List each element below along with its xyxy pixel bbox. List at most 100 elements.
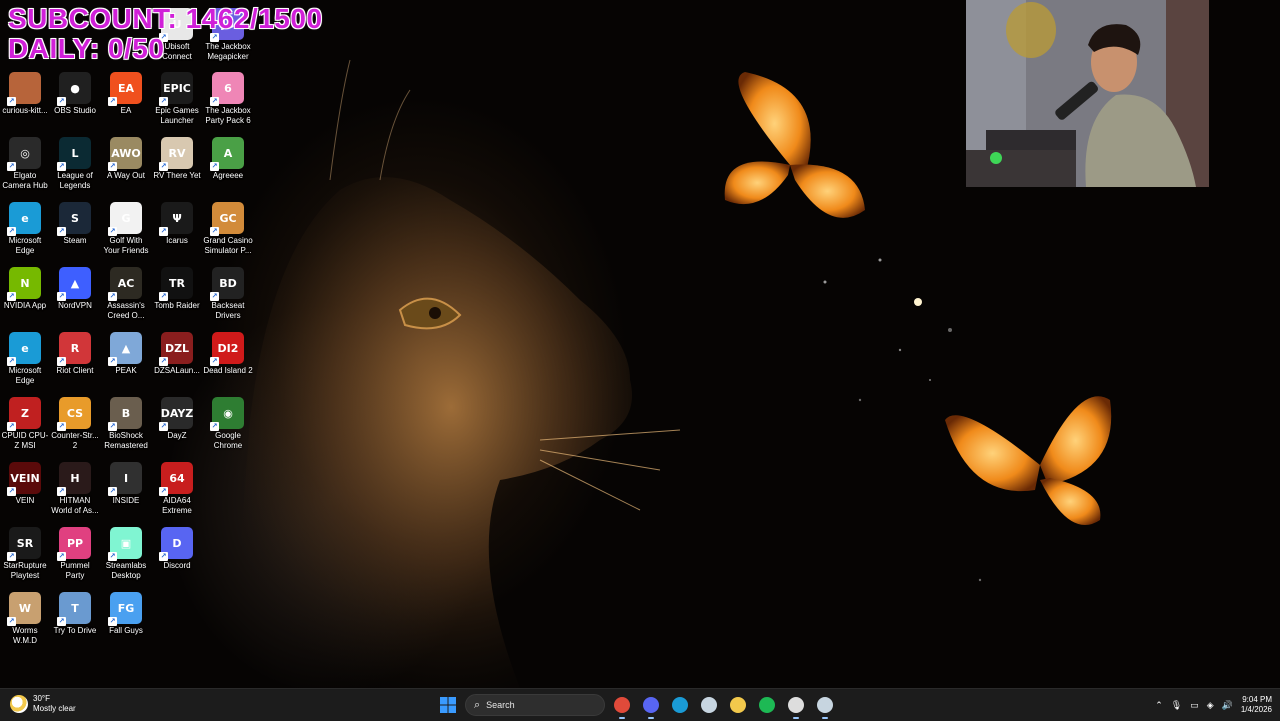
desktop-shortcut-label: Steam (63, 236, 87, 245)
desktop-shortcut[interactable]: T ↗ Try To Drive (50, 592, 100, 636)
search-placeholder: Search (486, 700, 515, 710)
desktop-shortcut[interactable]: EPIC ↗ Epic Games Launcher (152, 72, 202, 126)
desktop-shortcut[interactable]: RV ↗ RV There Yet (152, 137, 202, 181)
desktop-shortcut[interactable]: TR ↗ Tomb Raider (152, 267, 202, 311)
taskbar-app-button[interactable] (785, 694, 807, 719)
desktop-shortcut-label: Tomb Raider (154, 301, 200, 310)
shortcut-arrow-icon: ↗ (108, 292, 117, 301)
shortcut-arrow-icon: ↗ (7, 552, 16, 561)
taskbar-app-button[interactable] (640, 694, 662, 719)
desktop-shortcut[interactable]: G ↗ Golf With Your Friends (101, 202, 151, 256)
daily-goal-overlay: DAILY: 0/50 (8, 33, 165, 64)
desktop-shortcut[interactable]: H ↗ HITMAN World of As... (50, 462, 100, 516)
desktop-shortcut[interactable]: S ↗ Steam (50, 202, 100, 246)
desktop-shortcut[interactable]: SR ↗ StarRupture Playtest (0, 527, 50, 581)
desktop-shortcut[interactable]: D ↗ Discord (152, 527, 202, 571)
ea-icon: EA ↗ (108, 72, 142, 106)
weather-condition: Mostly clear (33, 704, 76, 713)
desktop-shortcut[interactable]: 6 ↗ The Jackbox Party Pack 6 (203, 72, 253, 126)
desktop-shortcut[interactable]: e ↗ Microsoft Edge (0, 202, 50, 256)
starrupture-icon: SR ↗ (7, 527, 41, 561)
taskbar-clock[interactable]: 9:04 PM 1/4/2026 (1241, 695, 1272, 715)
taskbar-app-button[interactable] (756, 694, 778, 716)
system-tray: ⌃ 🎙 ▭ ◈ 🔊 9:04 PM 1/4/2026 (1155, 693, 1272, 717)
elgato-icon: ◎ ↗ (7, 137, 41, 171)
taskbar-app-button[interactable] (611, 694, 633, 719)
shortcut-arrow-icon: ↗ (7, 617, 16, 626)
backseat-drivers-icon: BD ↗ (210, 267, 244, 301)
desktop-shortcut[interactable]: R ↗ Riot Client (50, 332, 100, 376)
desktop-shortcut[interactable]: ◎ ↗ Elgato Camera Hub (0, 137, 50, 191)
desktop-shortcut[interactable]: DZL ↗ DZSALaun... (152, 332, 202, 376)
desktop-shortcut[interactable]: ◉ ↗ Google Chrome (203, 397, 253, 451)
casino-icon: GC ↗ (210, 202, 244, 236)
taskbar-search[interactable]: ⌕ Search (465, 694, 605, 716)
desktop-shortcut-label: DZSALaun... (154, 366, 200, 375)
desktop-shortcut[interactable]: ● ↗ OBS Studio (50, 72, 100, 116)
agreeee-icon: A ↗ (210, 137, 244, 171)
fall-guys-icon: FG ↗ (108, 592, 142, 626)
desktop-shortcut-label: Grand Casino Simulator P... (203, 236, 253, 255)
desktop-shortcut[interactable]: B ↗ BioShock Remastered (101, 397, 151, 451)
taskbar-app-button[interactable] (727, 694, 749, 716)
shortcut-arrow-icon: ↗ (159, 292, 168, 301)
desktop-shortcut-label: Riot Client (56, 366, 94, 375)
desktop-shortcut[interactable]: DAYZ ↗ DayZ (152, 397, 202, 441)
desktop-shortcut[interactable]: W ↗ Worms W.M.D (0, 592, 50, 646)
desktop-shortcut[interactable]: Ψ ↗ Icarus (152, 202, 202, 246)
taskbar-app-button[interactable] (669, 694, 691, 716)
chevron-up-icon[interactable]: ⌃ (1155, 700, 1163, 711)
desktop-shortcut[interactable]: ↗ curious-kitt... (0, 72, 50, 116)
worms-icon: W ↗ (7, 592, 41, 626)
shortcut-arrow-icon: ↗ (108, 97, 117, 106)
desktop-shortcut[interactable]: N ↗ NVIDIA App (0, 267, 50, 311)
desktop-shortcut-label: INSIDE (112, 496, 140, 505)
desktop-shortcut[interactable]: EA ↗ EA (101, 72, 151, 116)
desktop-shortcut[interactable]: A ↗ Agreeee (203, 137, 253, 181)
weather-widget[interactable]: 30°F Mostly clear (10, 694, 76, 714)
desktop-shortcut[interactable]: VEIN ↗ VEIN (0, 462, 50, 506)
chrome-icon: ◉ ↗ (210, 397, 244, 431)
network-icon[interactable]: ◈ (1207, 700, 1214, 711)
shortcut-arrow-icon: ↗ (159, 227, 168, 236)
taskbar-app-button[interactable] (814, 694, 836, 719)
jackbox-pp6-icon: 6 ↗ (210, 72, 244, 106)
start-button[interactable] (437, 694, 459, 716)
desktop-shortcut[interactable]: ▲ ↗ NordVPN (50, 267, 100, 311)
desktop-shortcut[interactable]: AC ↗ Assassin's Creed O... (101, 267, 151, 321)
webcam-overlay (966, 0, 1209, 187)
desktop-shortcut-label: Elgato Camera Hub (2, 171, 48, 190)
tomb-raider-icon: TR ↗ (159, 267, 193, 301)
desktop-shortcut[interactable]: FG ↗ Fall Guys (101, 592, 151, 636)
clock-date: 1/4/2026 (1240, 705, 1272, 714)
counter-strike-icon: CS ↗ (57, 397, 91, 431)
display-icon[interactable]: ▭ (1190, 700, 1199, 711)
dzsa-icon: DZL ↗ (159, 332, 193, 366)
shortcut-arrow-icon: ↗ (210, 292, 219, 301)
peak-icon: ▲ ↗ (108, 332, 142, 366)
shortcut-arrow-icon: ↗ (159, 162, 168, 171)
desktop-shortcut[interactable]: ▲ ↗ PEAK (101, 332, 151, 376)
shortcut-arrow-icon: ↗ (210, 162, 219, 171)
desktop-shortcut[interactable]: AWO ↗ A Way Out (101, 137, 151, 181)
desktop-shortcut[interactable]: 64 ↗ AIDA64 Extreme (152, 462, 202, 516)
taskbar-app-button[interactable] (698, 694, 720, 716)
desktop-shortcut-label: Epic Games Launcher (155, 106, 199, 125)
streamlabs-icon: ▣ ↗ (108, 527, 142, 561)
volume-icon[interactable]: 🔊 (1222, 700, 1233, 711)
image-file-icon: ↗ (7, 72, 41, 106)
desktop-shortcut[interactable]: CS ↗ Counter-Str... 2 (50, 397, 100, 451)
desktop-shortcut[interactable]: DI2 ↗ Dead Island 2 (203, 332, 253, 376)
desktop-shortcut[interactable]: PP ↗ Pummel Party (50, 527, 100, 581)
desktop-shortcut[interactable]: I ↗ INSIDE (101, 462, 151, 506)
desktop-shortcut[interactable]: Z ↗ CPUID CPU-Z MSI (0, 397, 50, 451)
desktop-shortcut[interactable]: e ↗ Microsoft Edge (0, 332, 50, 386)
desktop-shortcut[interactable]: GC ↗ Grand Casino Simulator P... (203, 202, 253, 256)
league-icon: L ↗ (57, 137, 91, 171)
desktop-shortcut-label: Dead Island 2 (203, 366, 253, 375)
desktop-shortcut[interactable]: BD ↗ Backseat Drivers (203, 267, 253, 321)
microphone-icon[interactable]: 🎙 (1171, 700, 1182, 711)
desktop-shortcut[interactable]: L ↗ League of Legends (50, 137, 100, 191)
desktop-shortcut[interactable]: ▣ ↗ Streamlabs Desktop (101, 527, 151, 581)
pummel-party-icon: PP ↗ (57, 527, 91, 561)
